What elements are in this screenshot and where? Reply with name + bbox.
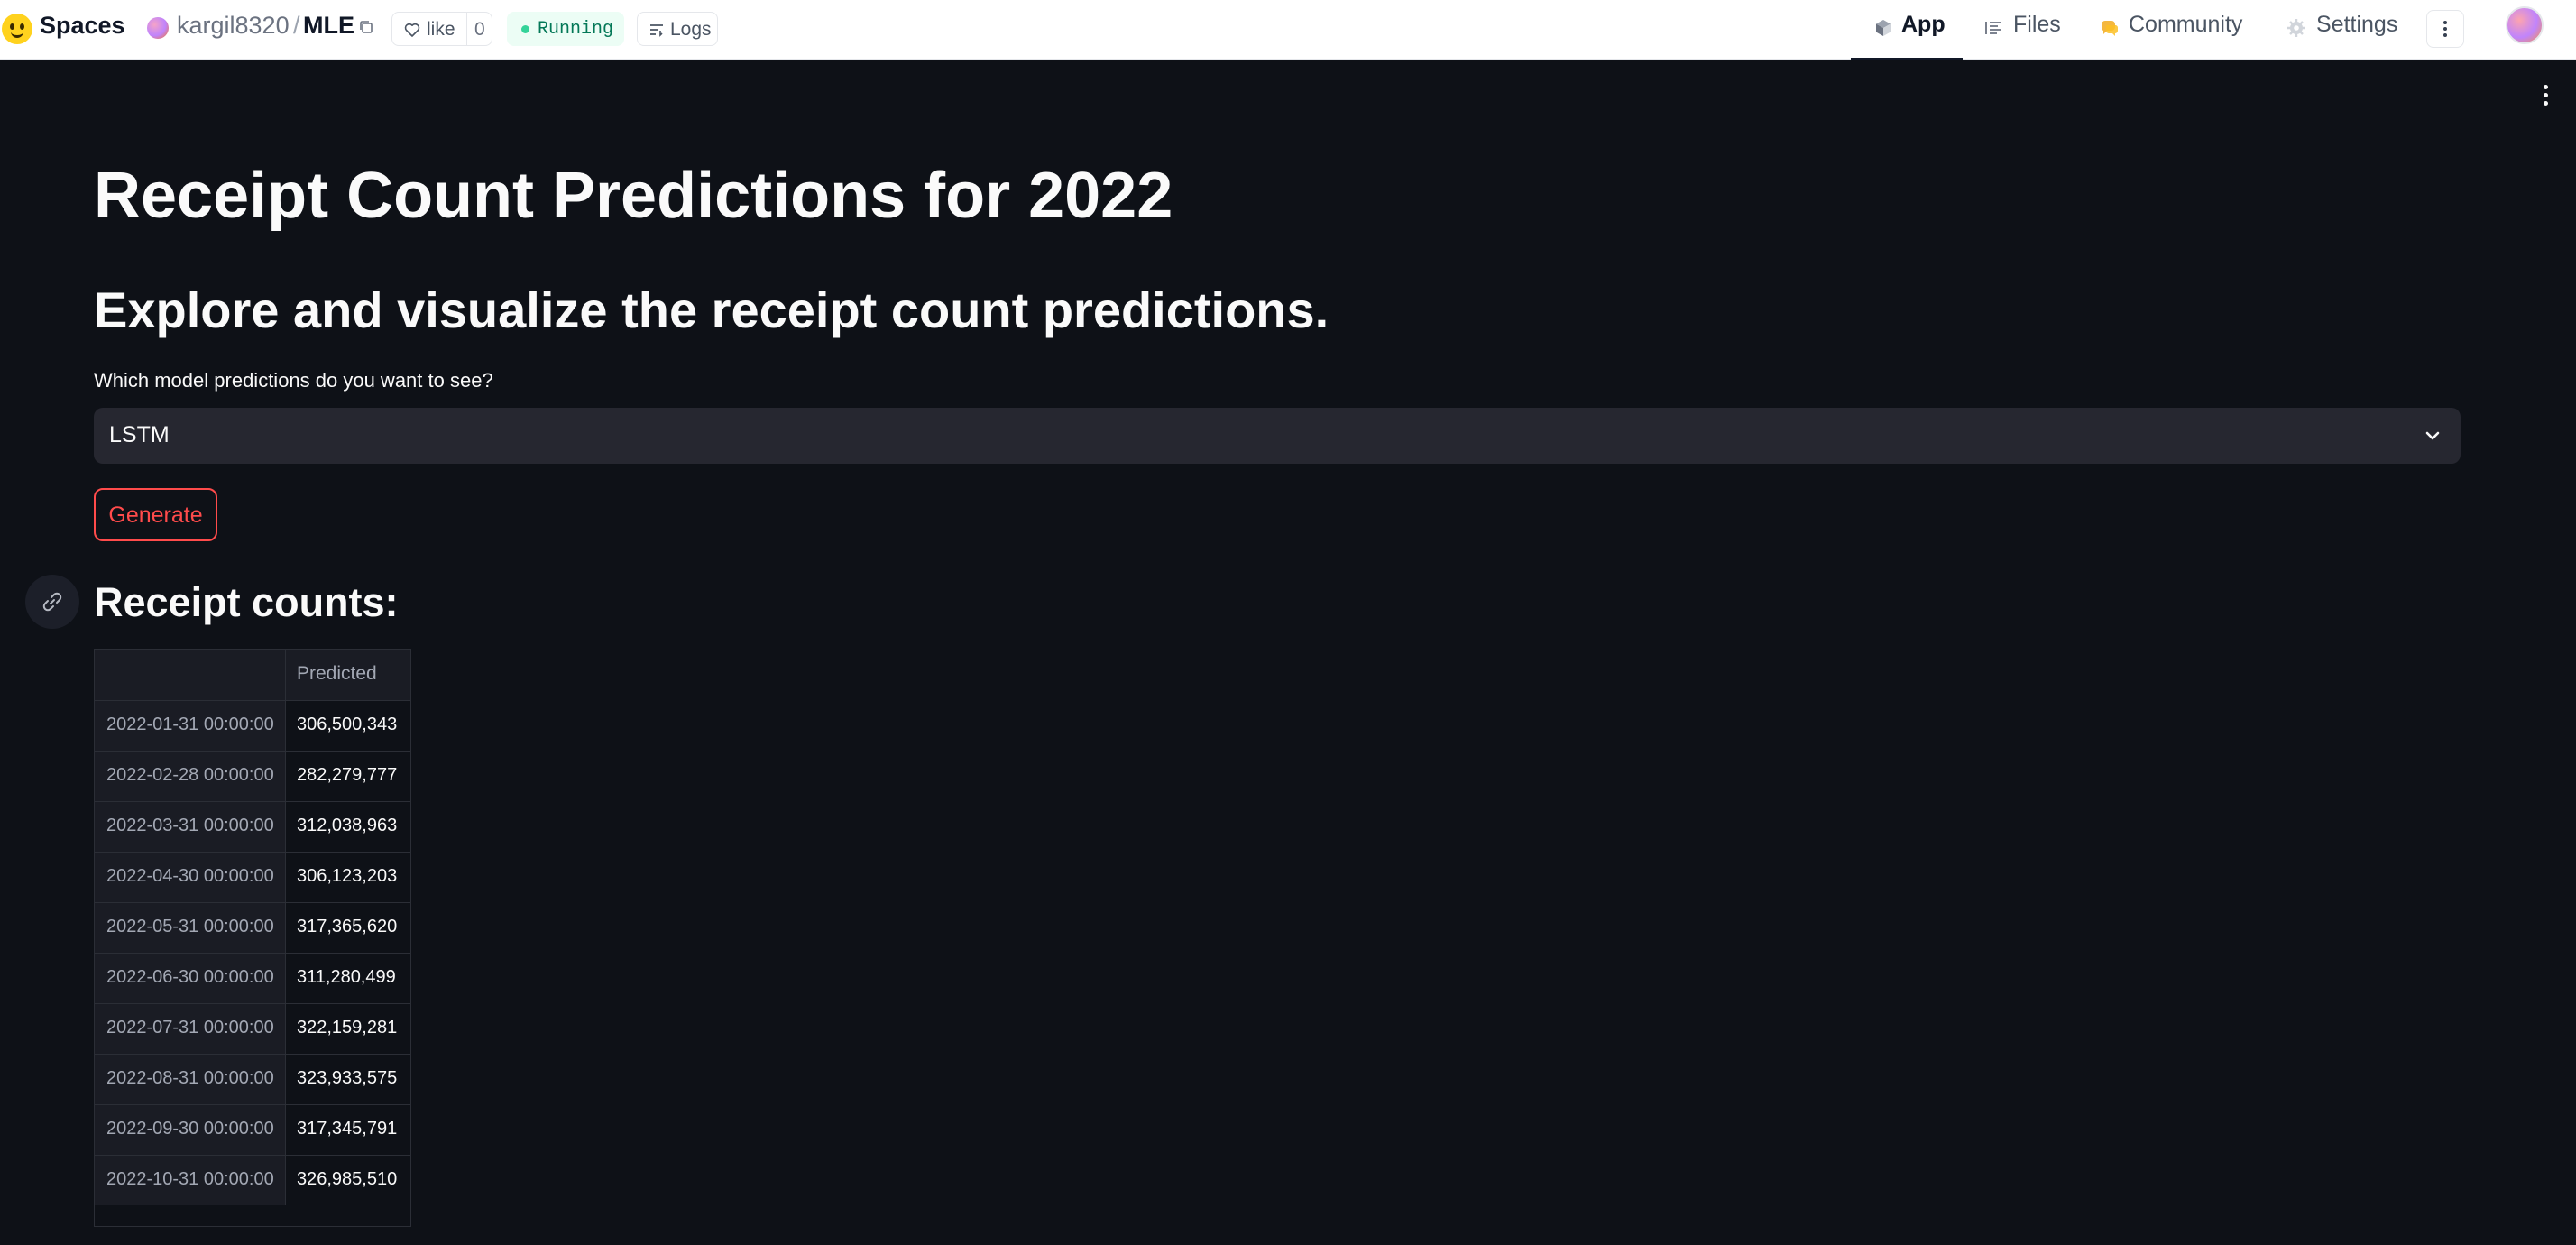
table-cell-predicted: 282,279,777 [297,765,398,785]
tab-community-label: Community [2129,12,2243,37]
table-row[interactable]: 2022-01-31 00:00:00 306,500,343 [95,700,410,751]
table-header-index [95,650,286,700]
app-cube-icon [1876,20,1891,36]
table-row[interactable]: 2022-09-30 00:00:00 317,345,791 [95,1104,410,1155]
more-options-button[interactable] [2426,10,2464,48]
repo-name-link[interactable]: MLE [303,12,354,40]
table-row[interactable]: 2022-06-30 00:00:00 311,280,499 [95,953,410,1003]
model-select-label: Which model predictions do you want to s… [94,369,493,392]
dot-icon [2443,33,2447,37]
tab-files-label: Files [2013,12,2061,37]
table-cell-date: 2022-10-31 00:00:00 [95,1156,286,1205]
table-header-predicted[interactable]: Predicted [297,663,377,685]
table-cell-predicted: 311,280,499 [297,967,396,987]
generate-button[interactable]: Generate [94,488,217,541]
files-icon [1985,22,2001,34]
user-avatar[interactable] [2506,6,2544,44]
table-cell-date: 2022-03-31 00:00:00 [95,802,286,852]
table-row[interactable]: 2022-03-31 00:00:00 312,038,963 [95,801,410,852]
like-button[interactable]: like 0 [391,12,492,46]
table-cell-date: 2022-06-30 00:00:00 [95,954,286,1003]
like-divider [466,13,467,45]
dot-icon [2443,21,2447,24]
tab-community[interactable]: Community [2098,0,2260,60]
table-cell-date: 2022-01-31 00:00:00 [95,701,286,751]
table-row[interactable]: 2022-05-31 00:00:00 317,365,620 [95,902,410,953]
logs-button[interactable]: Logs [637,12,718,46]
table-row[interactable]: 2022-04-30 00:00:00 306,123,203 [95,852,410,902]
active-tab-underline [1851,58,1963,60]
like-label: like [427,19,455,40]
model-select-dropdown[interactable]: LSTM [94,408,2461,464]
table-cell-predicted: 323,933,575 [297,1068,398,1088]
tab-app-label: App [1901,12,1946,37]
table-row[interactable]: 2022-02-28 00:00:00 282,279,777 [95,751,410,801]
link-anchor-icon[interactable] [25,575,79,629]
tab-app[interactable]: App [1851,0,1963,60]
table-cell-predicted: 306,500,343 [297,715,398,734]
heart-icon [404,23,420,37]
hugging-face-logo-icon[interactable] [2,14,32,44]
tab-settings-label: Settings [2316,12,2398,37]
table-row[interactable]: 2022-10-31 00:00:00 326,985,510 [95,1155,410,1205]
table-cell-date: 2022-09-30 00:00:00 [95,1105,286,1155]
table-cell-predicted: 317,345,791 [297,1119,398,1139]
logs-icon [650,24,663,37]
table-cell-date: 2022-07-31 00:00:00 [95,1004,286,1054]
like-count: 0 [474,19,485,40]
tab-settings[interactable]: Settings [2286,0,2421,60]
chevron-down-icon [2425,431,2440,440]
table-body: 2022-01-31 00:00:00 306,500,343 2022-02-28… [95,700,410,1205]
spaces-link[interactable]: Spaces [40,12,125,40]
table-cell-date: 2022-02-28 00:00:00 [95,752,286,801]
model-select-value: LSTM [109,422,170,447]
table-cell-date: 2022-04-30 00:00:00 [95,853,286,902]
community-icon [2101,21,2119,36]
generate-button-label: Generate [108,503,203,528]
chain-link-icon [42,592,62,612]
tab-files[interactable]: Files [1983,0,2073,60]
table-cell-predicted: 317,365,620 [297,917,398,936]
copy-icon[interactable] [357,18,375,36]
owner-link[interactable]: kargil8320 [177,12,290,40]
table-cell-date: 2022-08-31 00:00:00 [95,1055,286,1104]
path-separator: / [293,12,300,39]
status-text: Running [538,19,614,40]
app-menu-kebab-icon[interactable] [2540,83,2551,108]
status-badge[interactable]: Running [507,12,624,46]
table-row[interactable]: 2022-07-31 00:00:00 322,159,281 [95,1003,410,1054]
table-row[interactable]: 2022-08-31 00:00:00 323,933,575 [95,1054,410,1104]
page-subtitle: Explore and visualize the receipt count … [94,281,1329,338]
status-dot-icon [521,25,529,33]
section-header: Receipt counts: [94,579,399,625]
table-cell-predicted: 326,985,510 [297,1169,398,1189]
top-navigation-bar: Spaces kargil8320 / MLE like 0 Running L… [0,0,2576,60]
gear-icon [2287,19,2305,37]
table-cell-predicted: 312,038,963 [297,816,398,835]
dot-icon [2443,27,2447,31]
predictions-table[interactable]: Predicted 2022-01-31 00:00:00 306,500,343… [94,649,411,1227]
table-cell-date: 2022-05-31 00:00:00 [95,903,286,953]
table-cell-predicted: 322,159,281 [297,1018,398,1038]
table-header-row: Predicted [95,650,410,700]
table-cell-predicted: 306,123,203 [297,866,398,886]
page-title: Receipt Count Predictions for 2022 [94,160,1173,232]
owner-avatar [147,17,169,39]
logs-label: Logs [670,19,712,40]
